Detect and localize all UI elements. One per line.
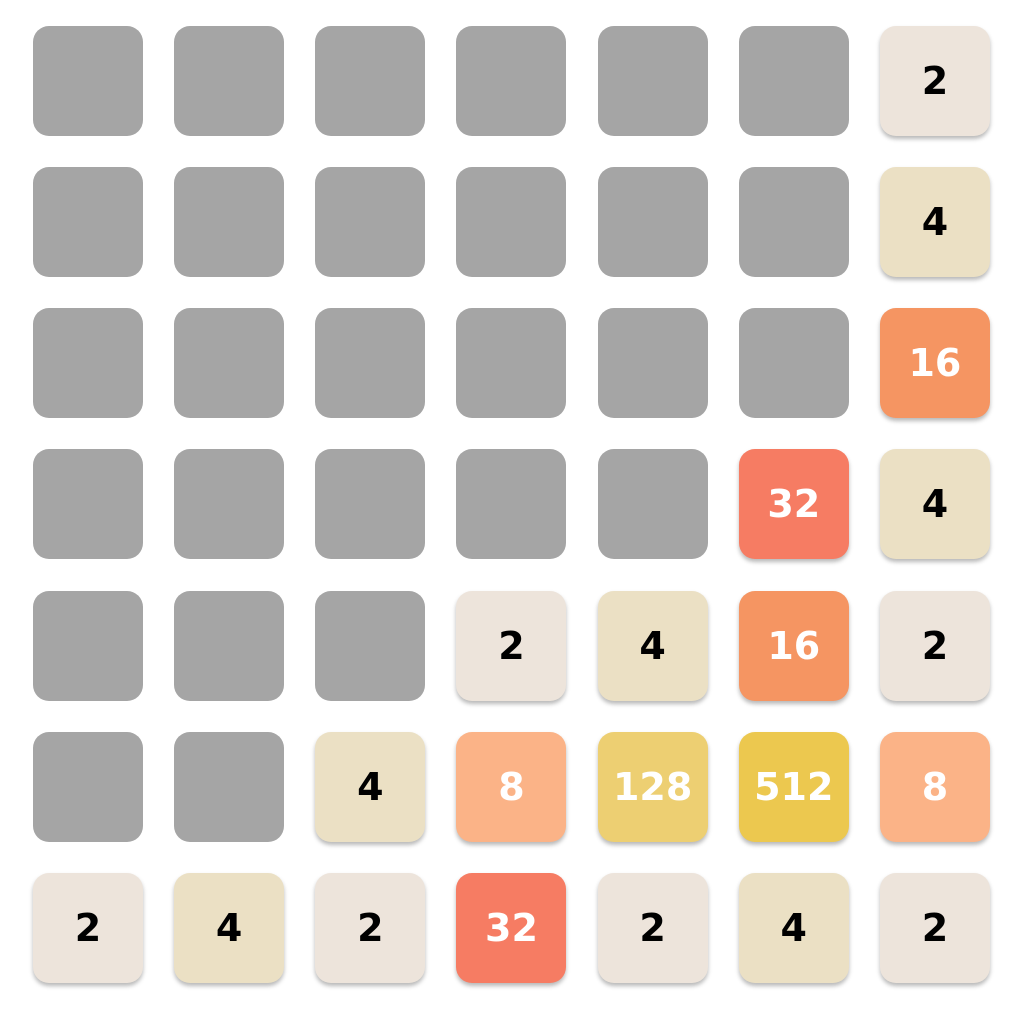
empty-cell: [738, 167, 849, 278]
empty-cell: [597, 26, 708, 136]
tile-value: 16: [908, 341, 962, 386]
empty-cell: [456, 449, 567, 560]
empty-cell: [456, 167, 567, 278]
tile-2: 2: [879, 590, 990, 701]
tile-value: 8: [921, 764, 949, 809]
tile-4: 4: [597, 590, 708, 701]
empty-cell: [315, 590, 426, 701]
tile-8: 8: [879, 731, 990, 842]
empty-cell: [597, 167, 708, 278]
tile-value: 128: [612, 764, 693, 809]
tile-value: 32: [485, 905, 538, 950]
tile-512: 512: [738, 731, 849, 842]
tile-32: 32: [456, 872, 567, 983]
empty-cell: [738, 26, 849, 136]
tile-8: 8: [456, 731, 567, 842]
tile-2: 2: [33, 872, 143, 983]
empty-cell: [456, 308, 567, 419]
tile-value: 32: [767, 482, 821, 527]
tile-16: 16: [879, 308, 990, 419]
tile-value: 2: [357, 905, 384, 950]
empty-cell: [33, 449, 143, 560]
game-board[interactable]: 2 4 16 32 4 2 4 16 2 4 8 128 512 8 2 4 2 32 2 4 2: [33, 26, 990, 983]
tile-2: 2: [879, 26, 990, 136]
tile-value: 2: [921, 905, 949, 950]
empty-cell: [33, 731, 143, 842]
empty-cell: [174, 308, 285, 419]
empty-cell: [315, 26, 426, 136]
tile-32: 32: [738, 449, 849, 560]
tile-value: 16: [767, 623, 821, 668]
empty-cell: [174, 26, 285, 136]
tile-value: 2: [639, 905, 666, 950]
empty-cell: [174, 590, 285, 701]
tile-4: 4: [174, 872, 285, 983]
empty-cell: [315, 449, 426, 560]
tile-value: 4: [639, 623, 666, 668]
empty-cell: [456, 26, 567, 136]
empty-cell: [597, 449, 708, 560]
empty-cell: [597, 308, 708, 419]
tile-16: 16: [738, 590, 849, 701]
tile-value: 2: [921, 623, 949, 668]
tile-value: 8: [498, 764, 525, 809]
empty-cell: [174, 449, 285, 560]
tile-value: 2: [74, 905, 102, 950]
tile-4: 4: [879, 167, 990, 278]
tile-4: 4: [879, 449, 990, 560]
empty-cell: [174, 731, 285, 842]
tile-2: 2: [456, 590, 567, 701]
tile-value: 4: [215, 905, 243, 950]
tile-value: 2: [498, 623, 525, 668]
empty-cell: [33, 26, 143, 136]
empty-cell: [33, 308, 143, 419]
tile-4: 4: [315, 731, 426, 842]
empty-cell: [315, 167, 426, 278]
tile-value: 4: [357, 764, 384, 809]
tile-value: 4: [921, 482, 949, 527]
tile-value: 4: [780, 905, 807, 950]
empty-cell: [315, 308, 426, 419]
tile-2: 2: [597, 872, 708, 983]
empty-cell: [738, 308, 849, 419]
empty-cell: [174, 167, 285, 278]
tile-value: 512: [754, 764, 834, 809]
tile-4: 4: [738, 872, 849, 983]
tile-128: 128: [597, 731, 708, 842]
tile-value: 4: [921, 200, 949, 245]
tile-2: 2: [879, 872, 990, 983]
tile-value: 2: [921, 59, 949, 103]
tile-2: 2: [315, 872, 426, 983]
empty-cell: [33, 590, 143, 701]
empty-cell: [33, 167, 143, 278]
